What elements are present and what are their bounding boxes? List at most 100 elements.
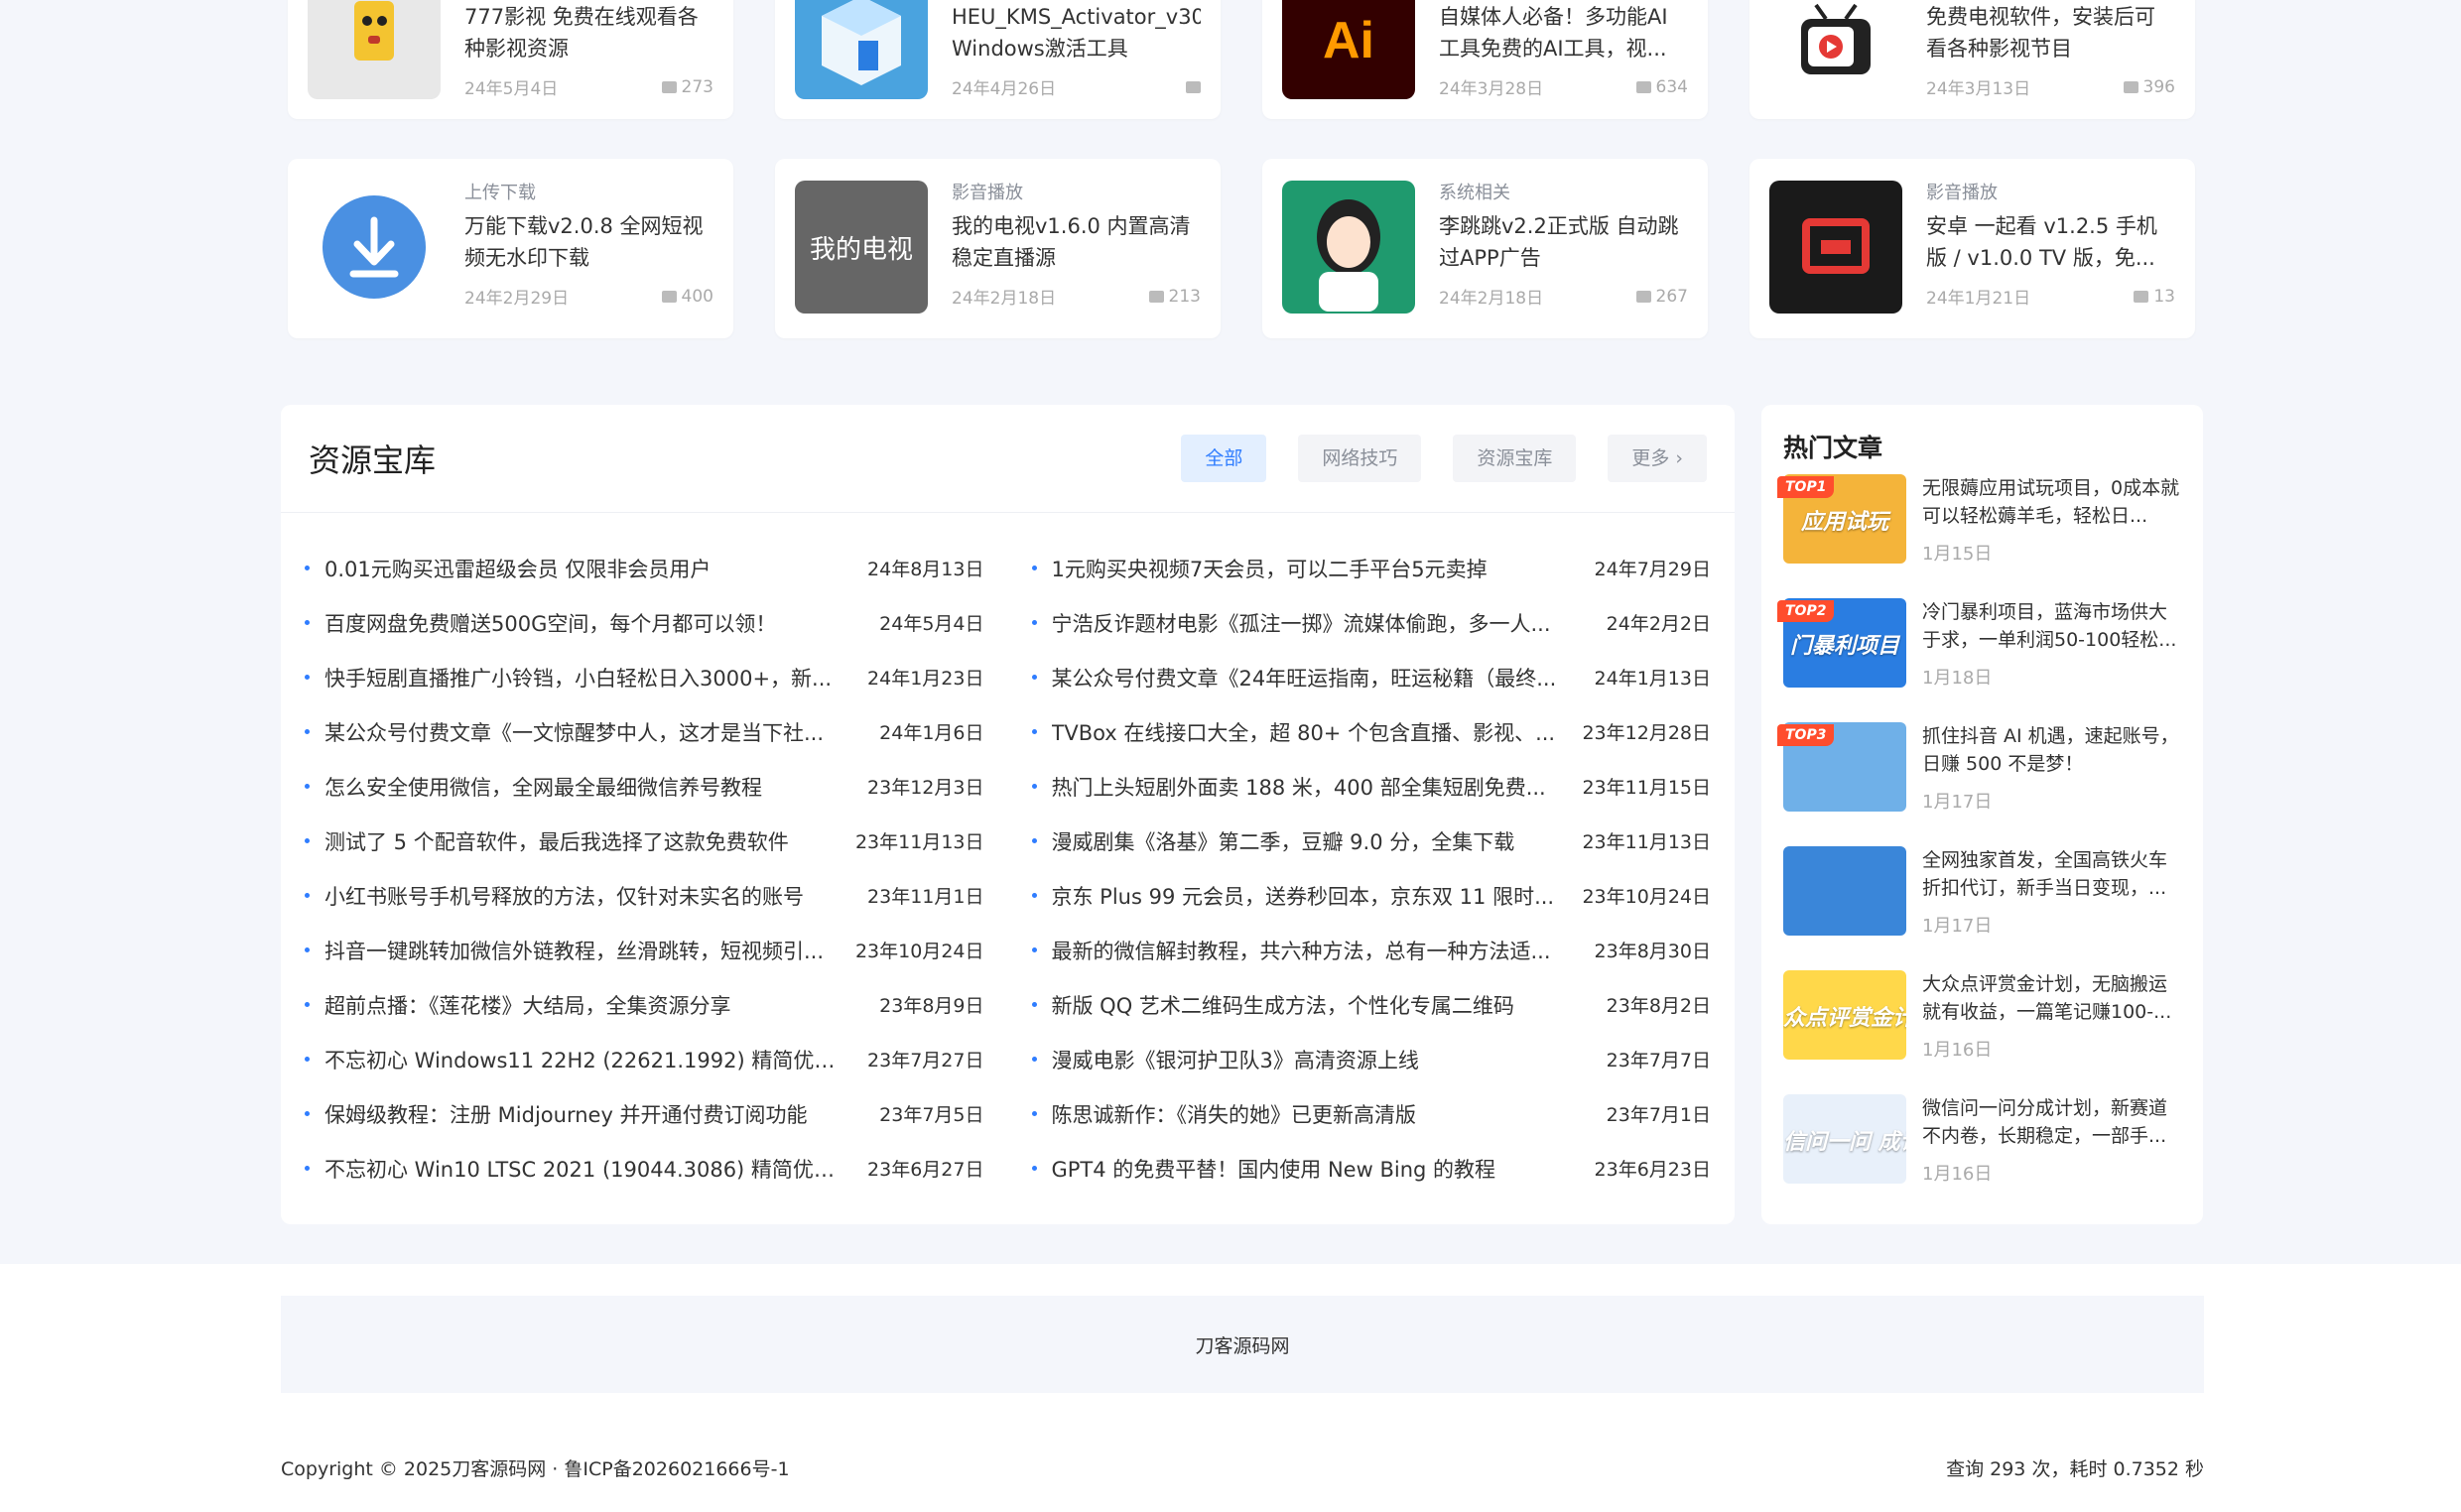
list-item[interactable]: 快手短剧直播推广小铃铛，小白轻松日入3000+，新... 24年1月23日 (305, 650, 984, 704)
card-comments: 267 (1635, 284, 1688, 309)
resource-card[interactable]: 系统相关 李跳跳v2.2正式版 自动跳过APP广告 24年2月18日 267 (1262, 159, 1708, 338)
list-item[interactable]: 某公众号付费文章《一文惊醒梦中人，这才是当下社... 24年1月6日 (305, 704, 984, 759)
cartoon-character-icon[interactable] (308, 0, 441, 99)
cube-icon[interactable] (795, 0, 928, 99)
list-item-title[interactable]: 漫威剧集《洛基》第二季，豆瓣 9.0 分，全集下载 (1052, 826, 1569, 856)
list-item[interactable]: 1元购买央视频7天会员，可以二手平台5元卖掉 24年7月29日 (1031, 541, 1711, 595)
card-title[interactable]: 李跳跳v2.2正式版 自动跳过APP广告 (1439, 210, 1688, 274)
list-item[interactable]: 漫威剧集《洛基》第二季，豆瓣 9.0 分，全集下载 23年11月13日 (1031, 814, 1711, 868)
play-together-icon[interactable] (1769, 181, 1902, 314)
list-item-title[interactable]: 陈思诚新作：《消失的她》已更新高清版 (1052, 1099, 1593, 1129)
card-title[interactable]: HEU_KMS_Activator_v30. Windows激活工具 (952, 1, 1201, 64)
tab-more[interactable]: 更多 › (1608, 435, 1707, 482)
list-item-title[interactable]: 不忘初心 Windows11 22H2 (22621.1992) 精简优化... (324, 1045, 853, 1074)
list-item[interactable]: GPT4 的免费平替！国内使用 New Bing 的教程 23年6月23日 (1031, 1141, 1711, 1196)
list-item-title[interactable]: 不忘初心 Win10 LTSC 2021 (19044.3086) 精简优化..… (324, 1154, 853, 1184)
list-item[interactable]: 怎么安全使用微信，全网最全最细微信养号教程 23年12月3日 (305, 759, 984, 814)
card-title[interactable]: 安卓 一起看 v1.2.5 手机版 / v1.0.0 TV 版，免... (1926, 210, 2175, 274)
resource-card[interactable]: 影音播放安卓 一起看 v1.2.5 手机版 / v1.0.0 TV 版，免...… (1749, 159, 2195, 338)
hot-article-item[interactable]: 信问一问 成计划微信问一问分成计划，新赛道不内卷，长期稳定，一部手... 1月16… (1761, 1094, 2203, 1218)
hot-article-item[interactable]: 全网独家首发，全国高铁火车折扣代订，新手当日变现，... 1月17日 (1761, 846, 2203, 970)
list-item[interactable]: 百度网盘免费赠送500G空间，每个月都可以领！ 24年5月4日 (305, 595, 984, 650)
list-item[interactable]: 保姆级教程：注册 Midjourney 并开通付费订阅功能 23年7月5日 (305, 1086, 984, 1141)
hot-article-item[interactable]: 应用试玩 TOP1 无限薅应用试玩项目，0成本就可以轻松薅羊毛，轻松日... 1月15… (1761, 474, 2203, 598)
list-item[interactable]: 某公众号付费文章《24年旺运指南，旺运秘籍（最终... 24年1月13日 (1031, 650, 1711, 704)
card-title[interactable]: 777影视 免费在线观看各种影视资源 (464, 1, 713, 64)
card-category[interactable]: 影音播放 (1926, 181, 2175, 206)
list-item-title[interactable]: 测试了 5 个配音软件，最后我选择了这款免费软件 (324, 826, 842, 856)
list-item-title[interactable]: 京东 Plus 99 元会员，送券秒回本，京东双 11 限时... (1052, 881, 1569, 911)
hot-article-thumbnail[interactable]: 众点评赏金计划 (1783, 970, 1906, 1060)
hot-article-title[interactable]: 冷门暴利项目，蓝海市场供大于求，一单利润50-100轻松... (1922, 598, 2183, 654)
list-item[interactable]: 宁浩反诈题材电影《孤注一掷》流媒体偷跑，多一人... 24年2月2日 (1031, 595, 1711, 650)
list-item[interactable]: 超前点播：《莲花楼》大结局，全集资源分享 23年8月9日 (305, 977, 984, 1032)
card-title[interactable]: 免费电视软件，安装后可看各种影视节目 (1926, 1, 2175, 64)
list-item-title[interactable]: 小红书账号手机号释放的方法，仅针对未实名的账号 (324, 881, 853, 911)
list-item[interactable]: TVBox 在线接口大全，超 80+ 个包含直播、影视、... 23年12月28日 (1031, 704, 1711, 759)
list-item-title[interactable]: 漫威电影《银河护卫队3》高清资源上线 (1052, 1045, 1593, 1074)
hot-article-title[interactable]: 全网独家首发，全国高铁火车折扣代订，新手当日变现，... (1922, 846, 2183, 902)
list-item-title[interactable]: 热门上头短剧外面卖 188 米，400 部全集短剧免费... (1052, 772, 1569, 802)
my-tv-icon[interactable]: 我的电视 (795, 181, 928, 314)
resource-card[interactable]: 777影视 免费在线观看各种影视资源 24年5月4日 273 (288, 0, 733, 119)
list-item[interactable]: 抖音一键跳转加微信外链教程，丝滑跳转，短视频引... 23年10月24日 (305, 923, 984, 977)
list-item-title[interactable]: 某公众号付费文章《一文惊醒梦中人，这才是当下社... (324, 717, 865, 747)
list-item[interactable]: 0.01元购买迅雷超级会员 仅限非会员用户 24年8月13日 (305, 541, 984, 595)
list-item-title[interactable]: 抖音一键跳转加微信外链教程，丝滑跳转，短视频引... (324, 936, 842, 965)
list-item-title[interactable]: TVBox 在线接口大全，超 80+ 个包含直播、影视、... (1052, 717, 1569, 747)
list-item-title[interactable]: 超前点播：《莲花楼》大结局，全集资源分享 (324, 990, 865, 1020)
card-title[interactable]: 自媒体人必备！多功能AI工具免费的AI工具，视... (1439, 1, 1688, 64)
girl-avatar-icon[interactable] (1282, 181, 1415, 314)
hot-article-title[interactable]: 无限薅应用试玩项目，0成本就可以轻松薅羊毛，轻松日... (1922, 474, 2183, 530)
list-item[interactable]: 小红书账号手机号释放的方法，仅针对未实名的账号 23年11月1日 (305, 868, 984, 923)
list-item[interactable]: 漫威电影《银河护卫队3》高清资源上线 23年7月7日 (1031, 1032, 1711, 1086)
card-category[interactable]: 上传下载 (464, 181, 713, 206)
hot-article-item[interactable]: 门暴利项目 TOP2 冷门暴利项目，蓝海市场供大于求，一单利润50-100轻松...… (1761, 598, 2203, 722)
hot-article-title[interactable]: 微信问一问分成计划，新赛道不内卷，长期稳定，一部手... (1922, 1094, 2183, 1150)
list-item[interactable]: 京东 Plus 99 元会员，送券秒回本，京东双 11 限时... 23年10月2… (1031, 868, 1711, 923)
tab-network-tips[interactable]: 网络技巧 (1298, 435, 1422, 482)
list-item[interactable]: 热门上头短剧外面卖 188 米，400 部全集短剧免费... 23年11月15日 (1031, 759, 1711, 814)
list-item-title[interactable]: 新版 QQ 艺术二维码生成方法，个性化专属二维码 (1052, 990, 1593, 1020)
list-item[interactable]: 最新的微信解封教程，共六种方法，总有一种方法适... 23年8月30日 (1031, 923, 1711, 977)
adobe-illustrator-icon[interactable]: Ai (1282, 0, 1415, 99)
list-item-title[interactable]: 保姆级教程：注册 Midjourney 并开通付费订阅功能 (324, 1099, 865, 1129)
hot-article-thumbnail[interactable] (1783, 846, 1906, 936)
resource-card[interactable]: 我的电视 影音播放 我的电视v1.6.0 内置高清稳定直播源 24年2月18日 213 (775, 159, 1221, 338)
list-item-title[interactable]: 1元购买央视频7天会员，可以二手平台5元卖掉 (1052, 554, 1581, 583)
list-item[interactable]: 不忘初心 Win10 LTSC 2021 (19044.3086) 精简优化..… (305, 1141, 984, 1196)
list-item-title[interactable]: 快手短剧直播推广小铃铛，小白轻松日入3000+，新... (324, 663, 853, 693)
hot-article-item[interactable]: TOP3 抓住抖音 AI 机遇，速起账号，日赚 500 不是梦！ 1月17日 (1761, 722, 2203, 846)
list-item[interactable]: 新版 QQ 艺术二维码生成方法，个性化专属二维码 23年8月2日 (1031, 977, 1711, 1032)
list-item-title[interactable]: 百度网盘免费赠送500G空间，每个月都可以领！ (324, 608, 865, 638)
tab-all[interactable]: 全部 (1181, 435, 1267, 482)
list-item[interactable]: 不忘初心 Windows11 22H2 (22621.1992) 精简优化...… (305, 1032, 984, 1086)
resource-card[interactable]: HEU_KMS_Activator_v30. Windows激活工具 24年4月2… (775, 0, 1221, 119)
list-item-title[interactable]: 怎么安全使用微信，全网最全最细微信养号教程 (324, 772, 853, 802)
card-category[interactable]: 影音播放 (952, 181, 1201, 206)
card-title[interactable]: 万能下载v2.0.8 全网短视频无水印下载 (464, 210, 713, 274)
list-item-title[interactable]: GPT4 的免费平替！国内使用 New Bing 的教程 (1052, 1154, 1581, 1184)
hot-article-body: 冷门暴利项目，蓝海市场供大于求，一单利润50-100轻松... 1月18日 (1922, 598, 2203, 722)
hot-article-thumbnail[interactable]: 信问一问 成计划 (1783, 1094, 1906, 1184)
list-item-title[interactable]: 最新的微信解封教程，共六种方法，总有一种方法适... (1052, 936, 1581, 965)
hot-article-item[interactable]: 众点评赏金计划大众点评赏金计划，无脑搬运就有收益，一篇笔记赚100-... 1月1… (1761, 970, 2203, 1094)
list-item-title[interactable]: 0.01元购买迅雷超级会员 仅限非会员用户 (324, 554, 853, 583)
hot-article-title[interactable]: 抓住抖音 AI 机遇，速起账号，日赚 500 不是梦！ (1922, 722, 2183, 778)
tv-icon[interactable] (1769, 0, 1902, 99)
list-item[interactable]: 陈思诚新作：《消失的她》已更新高清版 23年7月1日 (1031, 1086, 1711, 1141)
resource-card[interactable]: 免费电视软件，安装后可看各种影视节目 24年3月13日 396 (1749, 0, 2195, 119)
resource-card[interactable]: 上传下载 万能下载v2.0.8 全网短视频无水印下载 24年2月29日 400 (288, 159, 733, 338)
hot-article-title[interactable]: 大众点评赏金计划，无脑搬运就有收益，一篇笔记赚100-... (1922, 970, 2183, 1026)
tab-resource-library[interactable]: 资源宝库 (1453, 435, 1577, 482)
card-category[interactable]: 系统相关 (1439, 181, 1688, 206)
list-item-title[interactable]: 某公众号付费文章《24年旺运指南，旺运秘籍（最终... (1052, 663, 1581, 693)
friend-link[interactable]: 刀客源码网 (1195, 1331, 1289, 1358)
resource-card[interactable]: Ai 自媒体人必备！多功能AI工具免费的AI工具，视... 24年3月28日 634 (1262, 0, 1708, 119)
card-title[interactable]: 我的电视v1.6.0 内置高清稳定直播源 (952, 210, 1201, 274)
card-comments: 273 (661, 74, 713, 99)
list-item-title[interactable]: 宁浩反诈题材电影《孤注一掷》流媒体偷跑，多一人... (1052, 608, 1593, 638)
download-icon[interactable] (308, 181, 441, 314)
list-item[interactable]: 测试了 5 个配音软件，最后我选择了这款免费软件 23年11月13日 (305, 814, 984, 868)
rank-badge: TOP1 (1777, 476, 1835, 498)
